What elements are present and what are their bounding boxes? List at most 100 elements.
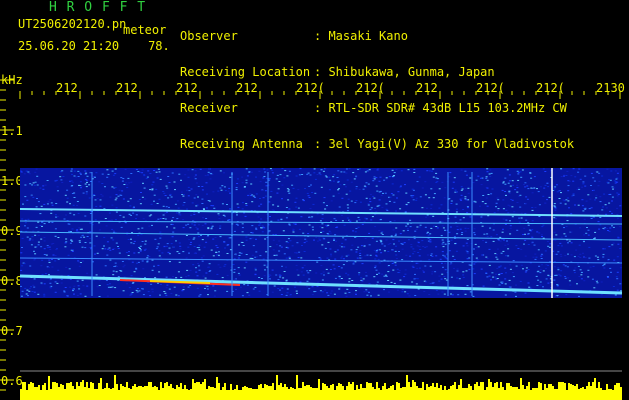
noise-speck <box>221 203 224 205</box>
noise-speck <box>386 209 389 211</box>
noise-speck <box>132 243 135 245</box>
noise-speck <box>567 190 570 192</box>
noise-speck <box>379 176 382 178</box>
noise-speck <box>399 233 402 235</box>
level-bar <box>500 382 502 400</box>
noise-speck <box>324 289 327 291</box>
noise-speck <box>236 183 239 184</box>
noise-speck <box>162 218 165 219</box>
noise-speck <box>380 194 383 196</box>
noise-speck <box>166 226 168 228</box>
noise-speck <box>329 232 332 234</box>
noise-speck <box>394 262 397 264</box>
noise-speck <box>260 190 263 191</box>
noise-speck <box>187 246 190 248</box>
noise-speck <box>158 271 161 273</box>
noise-speck <box>393 201 396 203</box>
noise-speck <box>369 193 372 195</box>
noise-speck <box>228 220 231 222</box>
noise-speck <box>412 253 415 255</box>
noise-speck <box>250 183 253 185</box>
noise-speck <box>375 255 378 257</box>
noise-speck <box>368 244 371 246</box>
noise-speck <box>81 260 84 262</box>
noise-speck <box>301 267 304 269</box>
level-bar <box>206 389 208 400</box>
noise-speck <box>144 198 147 200</box>
noise-speck <box>525 219 528 221</box>
noise-speck <box>304 238 307 240</box>
noise-speck <box>269 274 272 276</box>
noise-speck <box>428 294 431 295</box>
noise-speck <box>39 213 42 215</box>
noise-speck <box>553 217 556 219</box>
noise-speck <box>423 291 426 292</box>
noise-speck <box>377 168 379 170</box>
noise-speck <box>306 192 309 194</box>
noise-speck <box>291 245 294 247</box>
noise-speck <box>73 170 76 172</box>
noise-speck <box>313 168 316 170</box>
noise-speck <box>237 267 240 269</box>
noise-speck <box>198 264 201 266</box>
noise-speck <box>363 220 366 222</box>
noise-speck <box>172 276 175 278</box>
noise-speck <box>527 188 530 190</box>
noise-speck <box>251 225 254 227</box>
noise-speck <box>212 191 215 193</box>
noise-speck <box>555 234 558 236</box>
noise-speck <box>333 218 336 220</box>
noise-speck <box>278 274 281 276</box>
noise-speck <box>544 184 547 186</box>
noise-speck <box>343 171 346 173</box>
noise-speck <box>429 240 432 242</box>
noise-speck <box>132 282 135 284</box>
noise-speck <box>562 264 565 266</box>
level-bar <box>338 383 340 400</box>
noise-speck <box>28 290 31 292</box>
noise-speck <box>410 246 413 248</box>
level-bar <box>350 384 352 400</box>
noise-speck <box>130 181 133 183</box>
noise-speck <box>188 252 190 254</box>
noise-speck <box>442 246 445 248</box>
noise-speck <box>440 262 443 264</box>
noise-speck <box>356 257 359 259</box>
noise-speck <box>118 189 121 191</box>
noise-speck <box>500 252 503 254</box>
noise-speck <box>48 246 51 248</box>
noise-speck <box>309 174 312 176</box>
noise-speck <box>369 201 372 203</box>
noise-speck <box>387 265 390 266</box>
noise-speck <box>217 264 220 266</box>
noise-speck <box>44 184 47 186</box>
noise-speck <box>114 187 117 188</box>
level-bar <box>358 389 360 400</box>
noise-speck <box>532 187 535 189</box>
noise-speck <box>454 243 457 245</box>
noise-speck <box>405 203 408 205</box>
noise-speck <box>505 194 507 196</box>
noise-speck <box>409 226 412 228</box>
noise-speck <box>148 215 151 217</box>
noise-speck <box>349 219 352 221</box>
noise-speck <box>277 205 280 207</box>
noise-speck <box>318 172 321 174</box>
noise-speck <box>611 225 613 227</box>
noise-speck <box>287 238 290 240</box>
noise-speck <box>276 192 279 194</box>
noise-speck <box>504 183 507 185</box>
noise-speck <box>111 204 114 206</box>
noise-speck <box>335 227 338 228</box>
noise-speck <box>599 224 602 226</box>
noise-speck <box>229 192 231 194</box>
noise-speck <box>616 192 619 194</box>
noise-speck <box>375 177 378 179</box>
noise-speck <box>415 197 418 199</box>
noise-speck <box>322 271 325 273</box>
noise-speck <box>455 250 458 252</box>
level-bar <box>576 384 578 400</box>
noise-speck <box>89 172 92 174</box>
noise-speck <box>81 246 84 248</box>
noise-speck <box>98 181 101 183</box>
